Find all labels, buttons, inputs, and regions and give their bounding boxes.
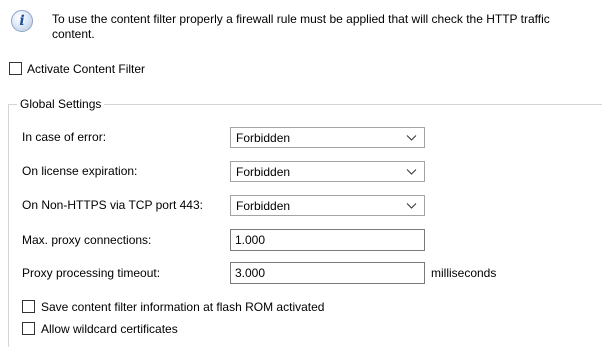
activate-content-filter-label[interactable]: Activate Content Filter <box>27 62 145 76</box>
max-proxy-label: Max. proxy connections: <box>22 233 152 247</box>
chevron-down-icon <box>406 135 417 141</box>
info-message: To use the content filter properly a fir… <box>52 12 550 41</box>
global-settings-title: Global Settings <box>17 98 105 111</box>
license-label: On license expiration: <box>22 164 138 178</box>
non-https-label: On Non-HTTPS via TCP port 443: <box>22 198 203 212</box>
wildcard-label[interactable]: Allow wildcard certificates <box>41 322 178 336</box>
error-select-value: Forbidden <box>236 131 291 145</box>
max-proxy-input[interactable] <box>230 229 425 251</box>
timeout-label: Proxy processing timeout: <box>22 266 161 280</box>
wildcard-checkbox[interactable] <box>22 322 35 335</box>
error-label: In case of error: <box>22 130 107 144</box>
group-border-left <box>8 104 9 347</box>
activate-content-filter-checkbox[interactable] <box>9 62 22 75</box>
error-select[interactable]: Forbidden <box>230 127 425 148</box>
save-flash-label[interactable]: Save content filter information at flash… <box>41 300 324 314</box>
chevron-down-icon <box>406 203 417 209</box>
license-select[interactable]: Forbidden <box>230 161 425 182</box>
non-https-select[interactable]: Forbidden <box>230 195 425 216</box>
save-flash-checkbox[interactable] <box>22 300 35 313</box>
chevron-down-icon <box>406 169 417 175</box>
license-select-value: Forbidden <box>236 165 291 179</box>
timeout-input[interactable] <box>230 262 425 284</box>
timeout-unit: milliseconds <box>431 266 497 280</box>
non-https-select-value: Forbidden <box>236 199 291 213</box>
info-icon: i <box>11 10 33 32</box>
